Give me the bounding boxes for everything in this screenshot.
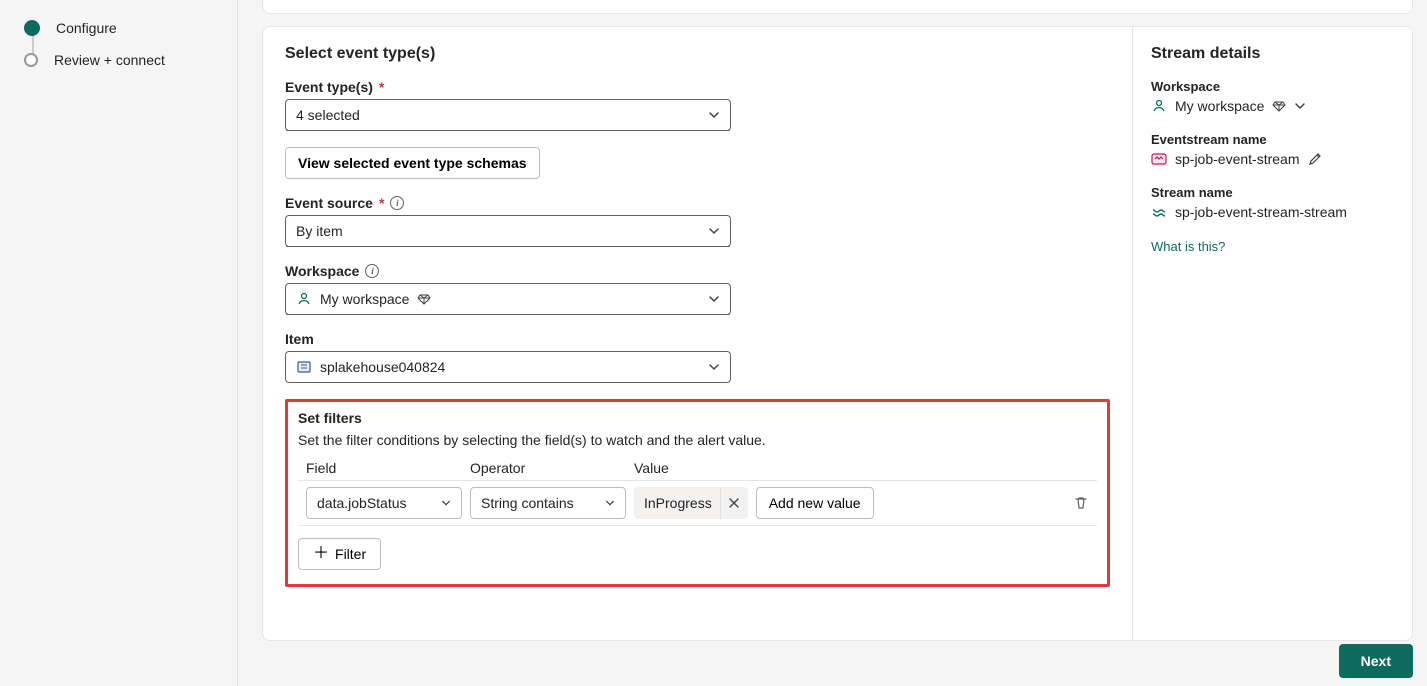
wizard-footer: Next — [1339, 644, 1413, 678]
stream-icon — [1151, 204, 1167, 220]
step-dot-icon — [24, 53, 38, 67]
filter-operator-value: String contains — [481, 495, 574, 511]
event-types-select[interactable]: 4 selected — [285, 99, 731, 131]
app-root: Configure Review + connect Select event … — [0, 0, 1427, 686]
chevron-down-icon — [441, 498, 451, 508]
person-icon — [296, 291, 312, 307]
field-label-event-source: Event source * i — [285, 195, 1110, 211]
details-stream-row: sp-job-event-stream-stream — [1151, 204, 1394, 220]
col-operator: Operator — [470, 460, 634, 476]
info-icon[interactable]: i — [365, 264, 379, 278]
info-icon[interactable]: i — [390, 196, 404, 210]
field-view-schemas: View selected event type schemas — [285, 147, 1110, 179]
step-label: Review + connect — [54, 52, 165, 68]
select-value: 4 selected — [296, 107, 360, 123]
select-value: By item — [296, 223, 343, 239]
field-workspace: Workspace i My workspace — [285, 263, 1110, 315]
required-icon: * — [379, 195, 384, 211]
details-stream-value: sp-job-event-stream-stream — [1175, 204, 1347, 220]
diamond-icon — [417, 292, 431, 306]
workspace-select[interactable]: My workspace — [285, 283, 731, 315]
details-eventstream-label: Eventstream name — [1151, 132, 1394, 147]
edit-icon[interactable] — [1308, 152, 1322, 166]
event-source-select[interactable]: By item — [285, 215, 731, 247]
step-review[interactable]: Review + connect — [24, 44, 221, 76]
filters-description: Set the filter conditions by selecting t… — [298, 432, 1097, 448]
add-filter-row: ＋ Filter — [298, 538, 1097, 570]
remove-value-button[interactable] — [720, 487, 748, 519]
section-title: Select event type(s) — [285, 45, 1110, 63]
details-workspace-label: Workspace — [1151, 79, 1394, 94]
chevron-down-icon — [708, 293, 720, 305]
field-item: Item splakehouse040824 — [285, 331, 1110, 383]
lakehouse-icon — [296, 359, 312, 375]
field-event-source: Event source * i By item — [285, 195, 1110, 247]
filter-header: Field Operator Value — [298, 460, 1097, 480]
details-eventstream-value: sp-job-event-stream — [1175, 151, 1300, 167]
plus-icon: ＋ — [313, 546, 329, 562]
field-label-event-types: Event type(s) * — [285, 79, 1110, 95]
item-select[interactable]: splakehouse040824 — [285, 351, 731, 383]
next-button[interactable]: Next — [1339, 644, 1413, 678]
chevron-down-icon — [708, 225, 720, 237]
diamond-icon — [1272, 99, 1286, 113]
filter-field-value: data.jobStatus — [317, 495, 407, 511]
chevron-down-icon — [708, 109, 720, 121]
chevron-down-icon — [605, 498, 615, 508]
filter-value-chip: InProgress — [634, 487, 748, 519]
main-content: Select event type(s) Event type(s) * 4 s… — [238, 0, 1427, 686]
details-workspace-value: My workspace — [1175, 98, 1264, 114]
filter-field-select[interactable]: data.jobStatus — [306, 487, 462, 519]
form-area: Select event type(s) Event type(s) * 4 s… — [263, 27, 1132, 640]
step-dot-icon — [24, 20, 40, 36]
col-value: Value — [634, 460, 1089, 476]
view-schemas-button[interactable]: View selected event type schemas — [285, 147, 540, 179]
delete-filter-button[interactable] — [1073, 495, 1089, 511]
stream-details-panel: Stream details Workspace My workspace Ev… — [1132, 27, 1412, 640]
config-card: Select event type(s) Event type(s) * 4 s… — [262, 26, 1413, 641]
select-value: splakehouse040824 — [320, 359, 445, 375]
person-icon — [1151, 98, 1167, 114]
field-label-item: Item — [285, 331, 1110, 347]
details-workspace-row: My workspace — [1151, 98, 1394, 114]
filter-row: data.jobStatus String contains — [298, 480, 1097, 526]
filter-operator-select[interactable]: String contains — [470, 487, 626, 519]
field-label-workspace: Workspace i — [285, 263, 1110, 279]
wizard-sidebar: Configure Review + connect — [0, 0, 238, 686]
filters-section: Set filters Set the filter conditions by… — [285, 399, 1110, 587]
add-value-button[interactable]: Add new value — [756, 487, 874, 519]
card-peek — [262, 0, 1413, 14]
select-value: My workspace — [320, 291, 409, 307]
details-eventstream-row: sp-job-event-stream — [1151, 151, 1394, 167]
step-configure[interactable]: Configure — [24, 12, 221, 44]
what-is-this-link[interactable]: What is this? — [1151, 239, 1225, 254]
add-filter-button[interactable]: ＋ Filter — [298, 538, 381, 570]
eventstream-icon — [1151, 151, 1167, 167]
wizard-stepper: Configure Review + connect — [24, 12, 221, 76]
col-field: Field — [306, 460, 470, 476]
details-stream-label: Stream name — [1151, 185, 1394, 200]
filters-title: Set filters — [298, 410, 1097, 426]
details-title: Stream details — [1151, 45, 1394, 63]
required-icon: * — [379, 79, 384, 95]
chevron-down-icon — [708, 361, 720, 373]
step-label: Configure — [56, 20, 117, 36]
add-filter-label: Filter — [335, 546, 366, 562]
chevron-down-icon[interactable] — [1294, 100, 1306, 112]
field-event-types: Event type(s) * 4 selected — [285, 79, 1110, 131]
filter-value-text: InProgress — [644, 495, 712, 511]
